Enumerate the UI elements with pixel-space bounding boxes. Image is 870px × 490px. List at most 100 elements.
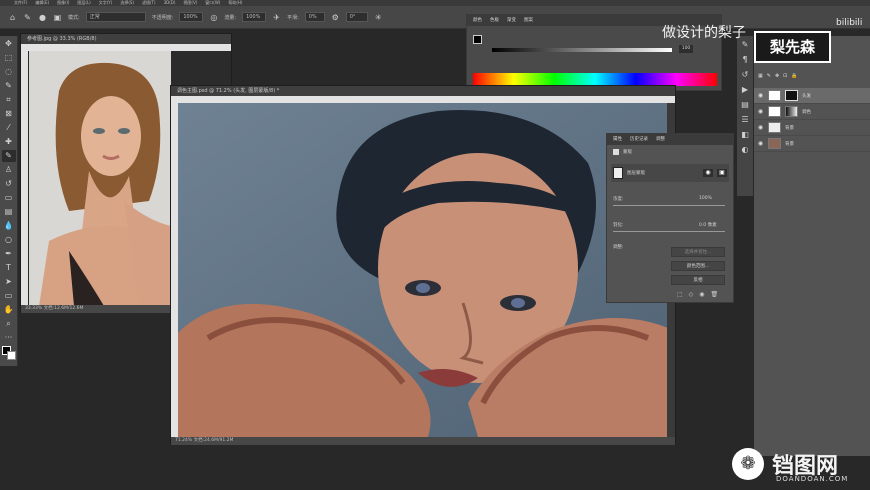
vertical-ruler: [21, 44, 28, 306]
tools-panel: ✥ ⬚ ◌ ✎ ⌗ ⊠ ⁄ ✚ ✎ ♙ ↺ ▭ ▤ 💧 ○ ✒ T ➤ ▭ ✋ …: [0, 36, 18, 366]
select-and-mask-button[interactable]: 选择并遮住...: [671, 247, 725, 257]
healing-tool-icon[interactable]: ✚: [2, 136, 16, 148]
reference-photo: [29, 51, 171, 306]
history-icon[interactable]: ↺: [739, 69, 751, 81]
lasso-tool-icon[interactable]: ◌: [2, 66, 16, 78]
shape-tool-icon[interactable]: ▭: [2, 290, 16, 302]
lock-all-icon[interactable]: 🔒: [791, 73, 797, 79]
panel-foreground-swatch[interactable]: [473, 35, 482, 44]
right-icon-strip: ✎ ¶ ↺ ▶ ▤ ☰ ◧ ◐: [737, 36, 753, 196]
actions-icon[interactable]: ▶: [739, 84, 751, 96]
feather-value[interactable]: 0.0 像素: [699, 222, 717, 228]
history-brush-tool-icon[interactable]: ↺: [2, 178, 16, 190]
brush-settings-icon[interactable]: ▣: [53, 13, 62, 22]
crop-tool-icon[interactable]: ⌗: [2, 94, 16, 106]
delete-mask-icon[interactable]: 🗑: [711, 291, 719, 298]
density-slider[interactable]: [613, 205, 725, 206]
type-tool-icon[interactable]: T: [2, 262, 16, 274]
brush-preset-icon[interactable]: ●: [38, 13, 47, 22]
tab-color[interactable]: 颜色: [473, 15, 482, 26]
properties-footer: ⬚ ◇ ◉ 🗑: [677, 291, 718, 298]
pixel-mask-icon[interactable]: ◉: [703, 169, 713, 177]
gradient-tool-icon[interactable]: ▤: [2, 206, 16, 218]
lock-transparent-icon[interactable]: ▦: [758, 73, 763, 79]
clone-stamp-tool-icon[interactable]: ♙: [2, 164, 16, 176]
density-value[interactable]: 100%: [699, 196, 712, 201]
eraser-tool-icon[interactable]: ▭: [2, 192, 16, 204]
brightness-value[interactable]: 100: [679, 45, 693, 53]
invert-button[interactable]: 反相: [671, 275, 725, 285]
path-select-tool-icon[interactable]: ➤: [2, 276, 16, 288]
symmetry-icon[interactable]: ✳: [374, 13, 383, 22]
zoom-tool-icon[interactable]: ⌕: [2, 318, 16, 330]
layer-row[interactable]: ◉ 背景: [754, 120, 870, 136]
hand-tool-icon[interactable]: ✋: [2, 304, 16, 316]
tab-properties[interactable]: 属性: [613, 134, 622, 145]
pressure-opacity-icon[interactable]: ◎: [209, 13, 218, 22]
smoothing-settings-icon[interactable]: ⚙: [331, 13, 340, 22]
eyedropper-tool-icon[interactable]: ⁄: [2, 122, 16, 134]
feather-label: 羽化:: [613, 223, 624, 228]
opacity-field[interactable]: 100%: [179, 12, 204, 22]
marquee-tool-icon[interactable]: ⬚: [2, 52, 16, 64]
brush-tool-icon[interactable]: ✎: [23, 13, 32, 22]
flow-field[interactable]: 100%: [242, 12, 267, 22]
apply-mask-icon[interactable]: ◇: [689, 291, 694, 298]
main-document-window[interactable]: 调色主图.psd @ 71.2% (头发, 图层蒙版/8) * 71.24% 文…: [170, 85, 676, 445]
visibility-eye-icon[interactable]: ◉: [757, 124, 764, 131]
layers-strip-icon[interactable]: ◧: [739, 129, 751, 141]
main-document-tab[interactable]: 调色主图.psd @ 71.2% (头发, 图层蒙版/8) *: [171, 86, 675, 96]
move-tool-icon[interactable]: ✥: [2, 38, 16, 50]
smoothing-field[interactable]: 0%: [304, 12, 325, 22]
paragraph-icon[interactable]: ¶: [739, 54, 751, 66]
tab-patterns[interactable]: 图案: [524, 15, 533, 26]
lock-brush-icon[interactable]: ✎: [767, 73, 771, 79]
bilibili-logo: bilibili: [836, 18, 863, 28]
layer-mask-row[interactable]: 图层蒙版 ◉ ▣: [611, 164, 729, 182]
tab-adjustments[interactable]: 调整: [656, 134, 665, 145]
main-vertical-ruler: [171, 96, 178, 438]
brightness-slider[interactable]: [492, 48, 672, 52]
layer-name: 调色: [802, 109, 811, 115]
toggle-mask-icon[interactable]: ◉: [699, 291, 704, 298]
background-color-swatch[interactable]: [7, 351, 16, 360]
tab-gradients[interactable]: 渐变: [507, 15, 516, 26]
color-range-button[interactable]: 颜色范围...: [671, 261, 725, 271]
properties-icon[interactable]: ▤: [739, 99, 751, 111]
pen-tool-icon[interactable]: ✒: [2, 248, 16, 260]
feather-slider[interactable]: [613, 231, 725, 232]
brush-tool-icon-active[interactable]: ✎: [1, 150, 16, 162]
mask-icon: [613, 149, 619, 155]
layer-row[interactable]: ◉ 调色: [754, 104, 870, 120]
channels-icon[interactable]: ◐: [739, 144, 751, 156]
reference-document-tab[interactable]: 参考图.jpg @ 33.3% (RGB/8): [21, 34, 231, 44]
visibility-eye-icon[interactable]: ◉: [757, 92, 764, 99]
mode-select[interactable]: 正常: [85, 12, 146, 22]
dodge-tool-icon[interactable]: ○: [2, 234, 16, 246]
angle-field[interactable]: 0°: [345, 12, 368, 22]
tab-history[interactable]: 历史记录: [630, 134, 648, 145]
frame-tool-icon[interactable]: ⊠: [2, 108, 16, 120]
home-icon[interactable]: ⌂: [8, 13, 17, 22]
layer-name: 背景: [785, 125, 794, 131]
opacity-label: 不透明度:: [151, 14, 174, 21]
quick-select-tool-icon[interactable]: ✎: [2, 80, 16, 92]
blur-tool-icon[interactable]: 💧: [2, 220, 16, 232]
properties-panel: 属性 历史记录 调整 蒙版 图层蒙版 ◉ ▣ 浓度: 100% 羽化: 0.0 …: [606, 133, 734, 303]
more-tools-icon[interactable]: ···: [2, 332, 16, 344]
load-selection-icon[interactable]: ⬚: [677, 291, 683, 298]
author-watermark: 做设计的梨子: [662, 25, 746, 41]
libraries-icon[interactable]: ☰: [739, 114, 751, 126]
vector-mask-icon[interactable]: ▣: [717, 169, 727, 177]
lock-position-icon[interactable]: ✥: [775, 73, 779, 79]
layer-row[interactable]: ◉ 背景: [754, 136, 870, 152]
layers-lock-row: ▦ ✎ ✥ ⊡ 🔒: [758, 73, 798, 79]
visibility-eye-icon[interactable]: ◉: [757, 108, 764, 115]
tab-swatches[interactable]: 色板: [490, 15, 499, 26]
layer-row[interactable]: ◉ 头发: [754, 88, 870, 104]
airbrush-icon[interactable]: ✈: [272, 13, 281, 22]
mask-section: 蒙版: [613, 149, 632, 155]
layer-mask-thumbnail: [613, 167, 623, 179]
visibility-eye-icon[interactable]: ◉: [757, 140, 764, 147]
lock-artboard-icon[interactable]: ⊡: [783, 73, 787, 79]
